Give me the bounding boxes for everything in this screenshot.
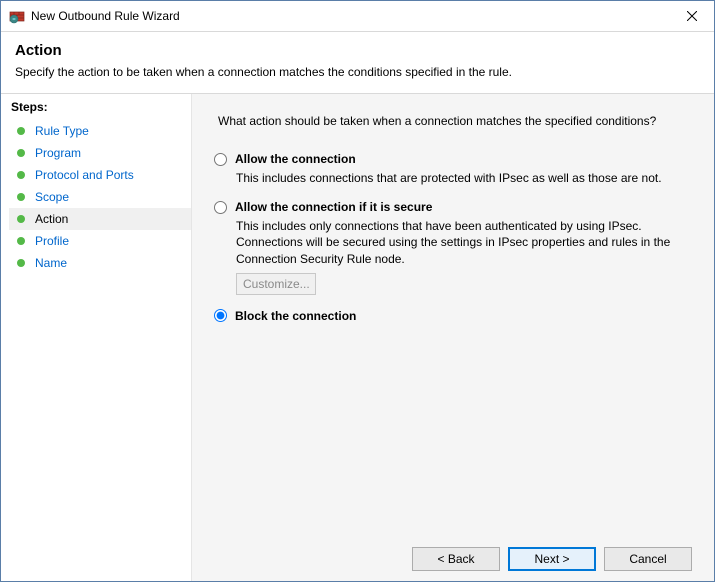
step-label: Program xyxy=(35,146,81,160)
step-rule-type[interactable]: Rule Type xyxy=(9,120,191,142)
wizard-window: New Outbound Rule Wizard Action Specify … xyxy=(0,0,715,582)
page-heading: Action xyxy=(15,42,700,59)
steps-sidebar: Steps: Rule Type Program Protocol and Po… xyxy=(1,94,191,581)
option-block-row[interactable]: Block the connection xyxy=(214,309,692,323)
bullet-icon xyxy=(17,237,25,245)
option-allow: Allow the connection This includes conne… xyxy=(214,152,692,186)
bullet-icon xyxy=(17,149,25,157)
step-label: Action xyxy=(35,212,68,226)
step-action[interactable]: Action xyxy=(9,208,191,230)
radio-allow[interactable] xyxy=(214,153,227,166)
bullet-icon xyxy=(17,171,25,179)
option-allow-secure-desc: This includes only connections that have… xyxy=(236,218,692,267)
bullet-icon xyxy=(17,259,25,267)
option-allow-secure-title: Allow the connection if it is secure xyxy=(235,200,432,214)
option-allow-desc: This includes connections that are prote… xyxy=(236,170,692,186)
step-protocol-ports[interactable]: Protocol and Ports xyxy=(9,164,191,186)
page-subtitle: Specify the action to be taken when a co… xyxy=(15,65,700,79)
steps-title: Steps: xyxy=(11,100,191,114)
main-panel: What action should be taken when a conne… xyxy=(191,94,714,581)
step-program[interactable]: Program xyxy=(9,142,191,164)
radio-block[interactable] xyxy=(214,309,227,322)
option-allow-row[interactable]: Allow the connection xyxy=(214,152,692,166)
step-label: Name xyxy=(35,256,67,270)
option-allow-secure-row[interactable]: Allow the connection if it is secure xyxy=(214,200,692,214)
step-name[interactable]: Name xyxy=(9,252,191,274)
step-scope[interactable]: Scope xyxy=(9,186,191,208)
step-label: Scope xyxy=(35,190,69,204)
bullet-icon xyxy=(17,193,25,201)
option-allow-title: Allow the connection xyxy=(235,152,356,166)
cancel-button[interactable]: Cancel xyxy=(604,547,692,571)
bullet-icon xyxy=(17,215,25,223)
back-button[interactable]: < Back xyxy=(412,547,500,571)
next-button[interactable]: Next > xyxy=(508,547,596,571)
close-button[interactable] xyxy=(669,1,714,31)
customize-button: Customize... xyxy=(236,273,316,295)
action-question: What action should be taken when a conne… xyxy=(218,114,692,128)
option-block: Block the connection xyxy=(214,309,692,323)
option-allow-secure: Allow the connection if it is secure Thi… xyxy=(214,200,692,295)
close-icon xyxy=(687,11,697,21)
option-block-title: Block the connection xyxy=(235,309,356,323)
wizard-header: Action Specify the action to be taken wh… xyxy=(1,32,714,94)
step-label: Profile xyxy=(35,234,69,248)
titlebar: New Outbound Rule Wizard xyxy=(1,1,714,32)
window-title: New Outbound Rule Wizard xyxy=(31,9,669,23)
step-label: Rule Type xyxy=(35,124,89,138)
wizard-body: Steps: Rule Type Program Protocol and Po… xyxy=(1,94,714,581)
radio-allow-secure[interactable] xyxy=(214,201,227,214)
bullet-icon xyxy=(17,127,25,135)
firewall-icon xyxy=(9,8,25,24)
wizard-footer: < Back Next > Cancel xyxy=(214,537,692,571)
step-label: Protocol and Ports xyxy=(35,168,134,182)
step-profile[interactable]: Profile xyxy=(9,230,191,252)
